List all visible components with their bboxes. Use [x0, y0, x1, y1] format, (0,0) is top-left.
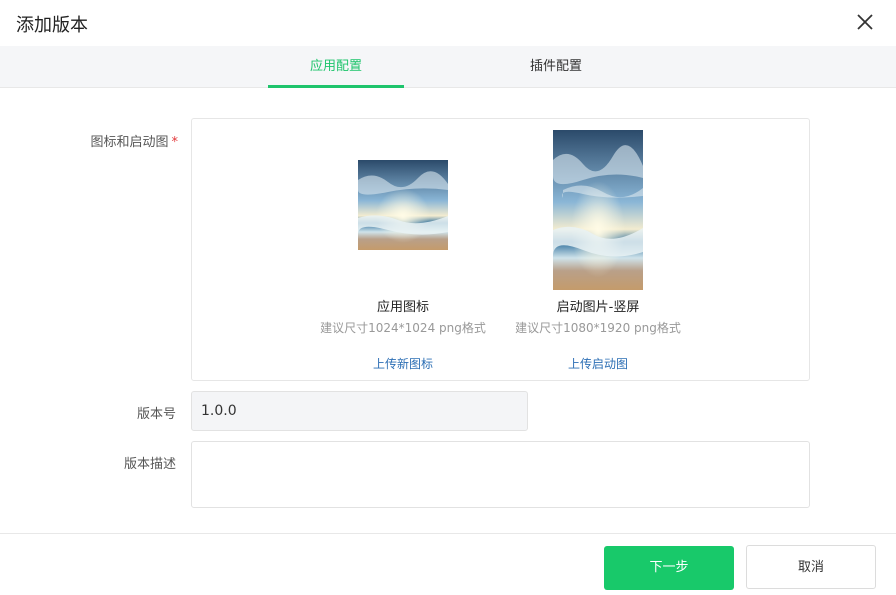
version-label: 版本号	[136, 407, 176, 422]
next-step-button[interactable]: 下一步	[604, 546, 734, 590]
close-icon[interactable]	[854, 11, 876, 33]
dialog-title: 添加版本	[16, 15, 88, 36]
images-label-text: 图标和启动图	[90, 135, 169, 150]
app-icon-preview	[358, 160, 448, 250]
upload-splash-link[interactable]: 上传启动图	[548, 355, 648, 372]
tab-plugin-config[interactable]: 插件配置	[488, 46, 624, 88]
dialog-header: 添加版本	[0, 0, 896, 46]
description-textarea[interactable]	[191, 441, 810, 508]
splash-preview	[553, 130, 643, 290]
dialog-footer: 下一步 取消	[0, 533, 896, 595]
cancel-button[interactable]: 取消	[746, 545, 876, 589]
upload-icon-link[interactable]: 上传新图标	[353, 355, 453, 372]
required-mark: *	[171, 135, 179, 150]
splash-title: 启动图片-竖屏	[556, 300, 640, 315]
image-upload-panel	[191, 118, 810, 381]
tab-bar: 应用配置 插件配置	[0, 46, 896, 88]
app-icon-title: 应用图标	[376, 300, 429, 315]
app-icon-hint: 建议尺寸1024*1024 png格式	[320, 321, 486, 335]
images-field-label: 图标和启动图 *	[60, 131, 178, 150]
splash-hint: 建议尺寸1080*1920 png格式	[515, 321, 681, 335]
tab-app-config[interactable]: 应用配置	[268, 46, 404, 88]
version-input[interactable]	[191, 391, 528, 431]
description-label: 版本描述	[123, 457, 176, 472]
